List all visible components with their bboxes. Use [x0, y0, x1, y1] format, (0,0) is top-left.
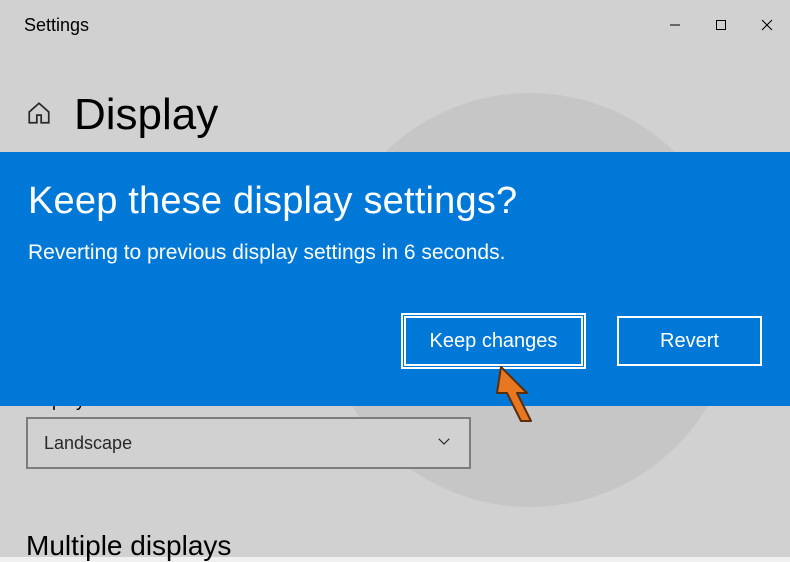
window-controls — [652, 0, 790, 50]
maximize-button[interactable] — [698, 0, 744, 50]
page-header: Display — [26, 90, 764, 140]
multiple-displays-title: Multiple displays — [26, 530, 231, 562]
minimize-icon — [669, 19, 681, 31]
page-title: Display — [74, 90, 218, 140]
home-icon[interactable] — [26, 100, 52, 131]
chevron-down-icon — [435, 432, 453, 455]
dialog-buttons: Keep changes Revert — [404, 316, 762, 366]
confirm-display-dialog: Keep these display settings? Reverting t… — [0, 152, 790, 406]
display-orientation-dropdown[interactable]: Landscape — [26, 417, 471, 469]
multiple-displays-section: Multiple displays — [26, 530, 231, 562]
keep-changes-button[interactable]: Keep changes — [404, 316, 583, 366]
minimize-button[interactable] — [652, 0, 698, 50]
content-area: Display — [0, 50, 790, 140]
window-title: Settings — [24, 15, 89, 36]
dropdown-selected-value: Landscape — [44, 433, 132, 454]
close-icon — [761, 19, 773, 31]
settings-window: Settings Display Display orientation Lan… — [0, 0, 790, 557]
maximize-icon — [715, 19, 727, 31]
dialog-message: Reverting to previous display settings i… — [28, 241, 762, 265]
dialog-title: Keep these display settings? — [28, 180, 762, 223]
titlebar: Settings — [0, 0, 790, 50]
revert-button[interactable]: Revert — [617, 316, 762, 366]
close-button[interactable] — [744, 0, 790, 50]
